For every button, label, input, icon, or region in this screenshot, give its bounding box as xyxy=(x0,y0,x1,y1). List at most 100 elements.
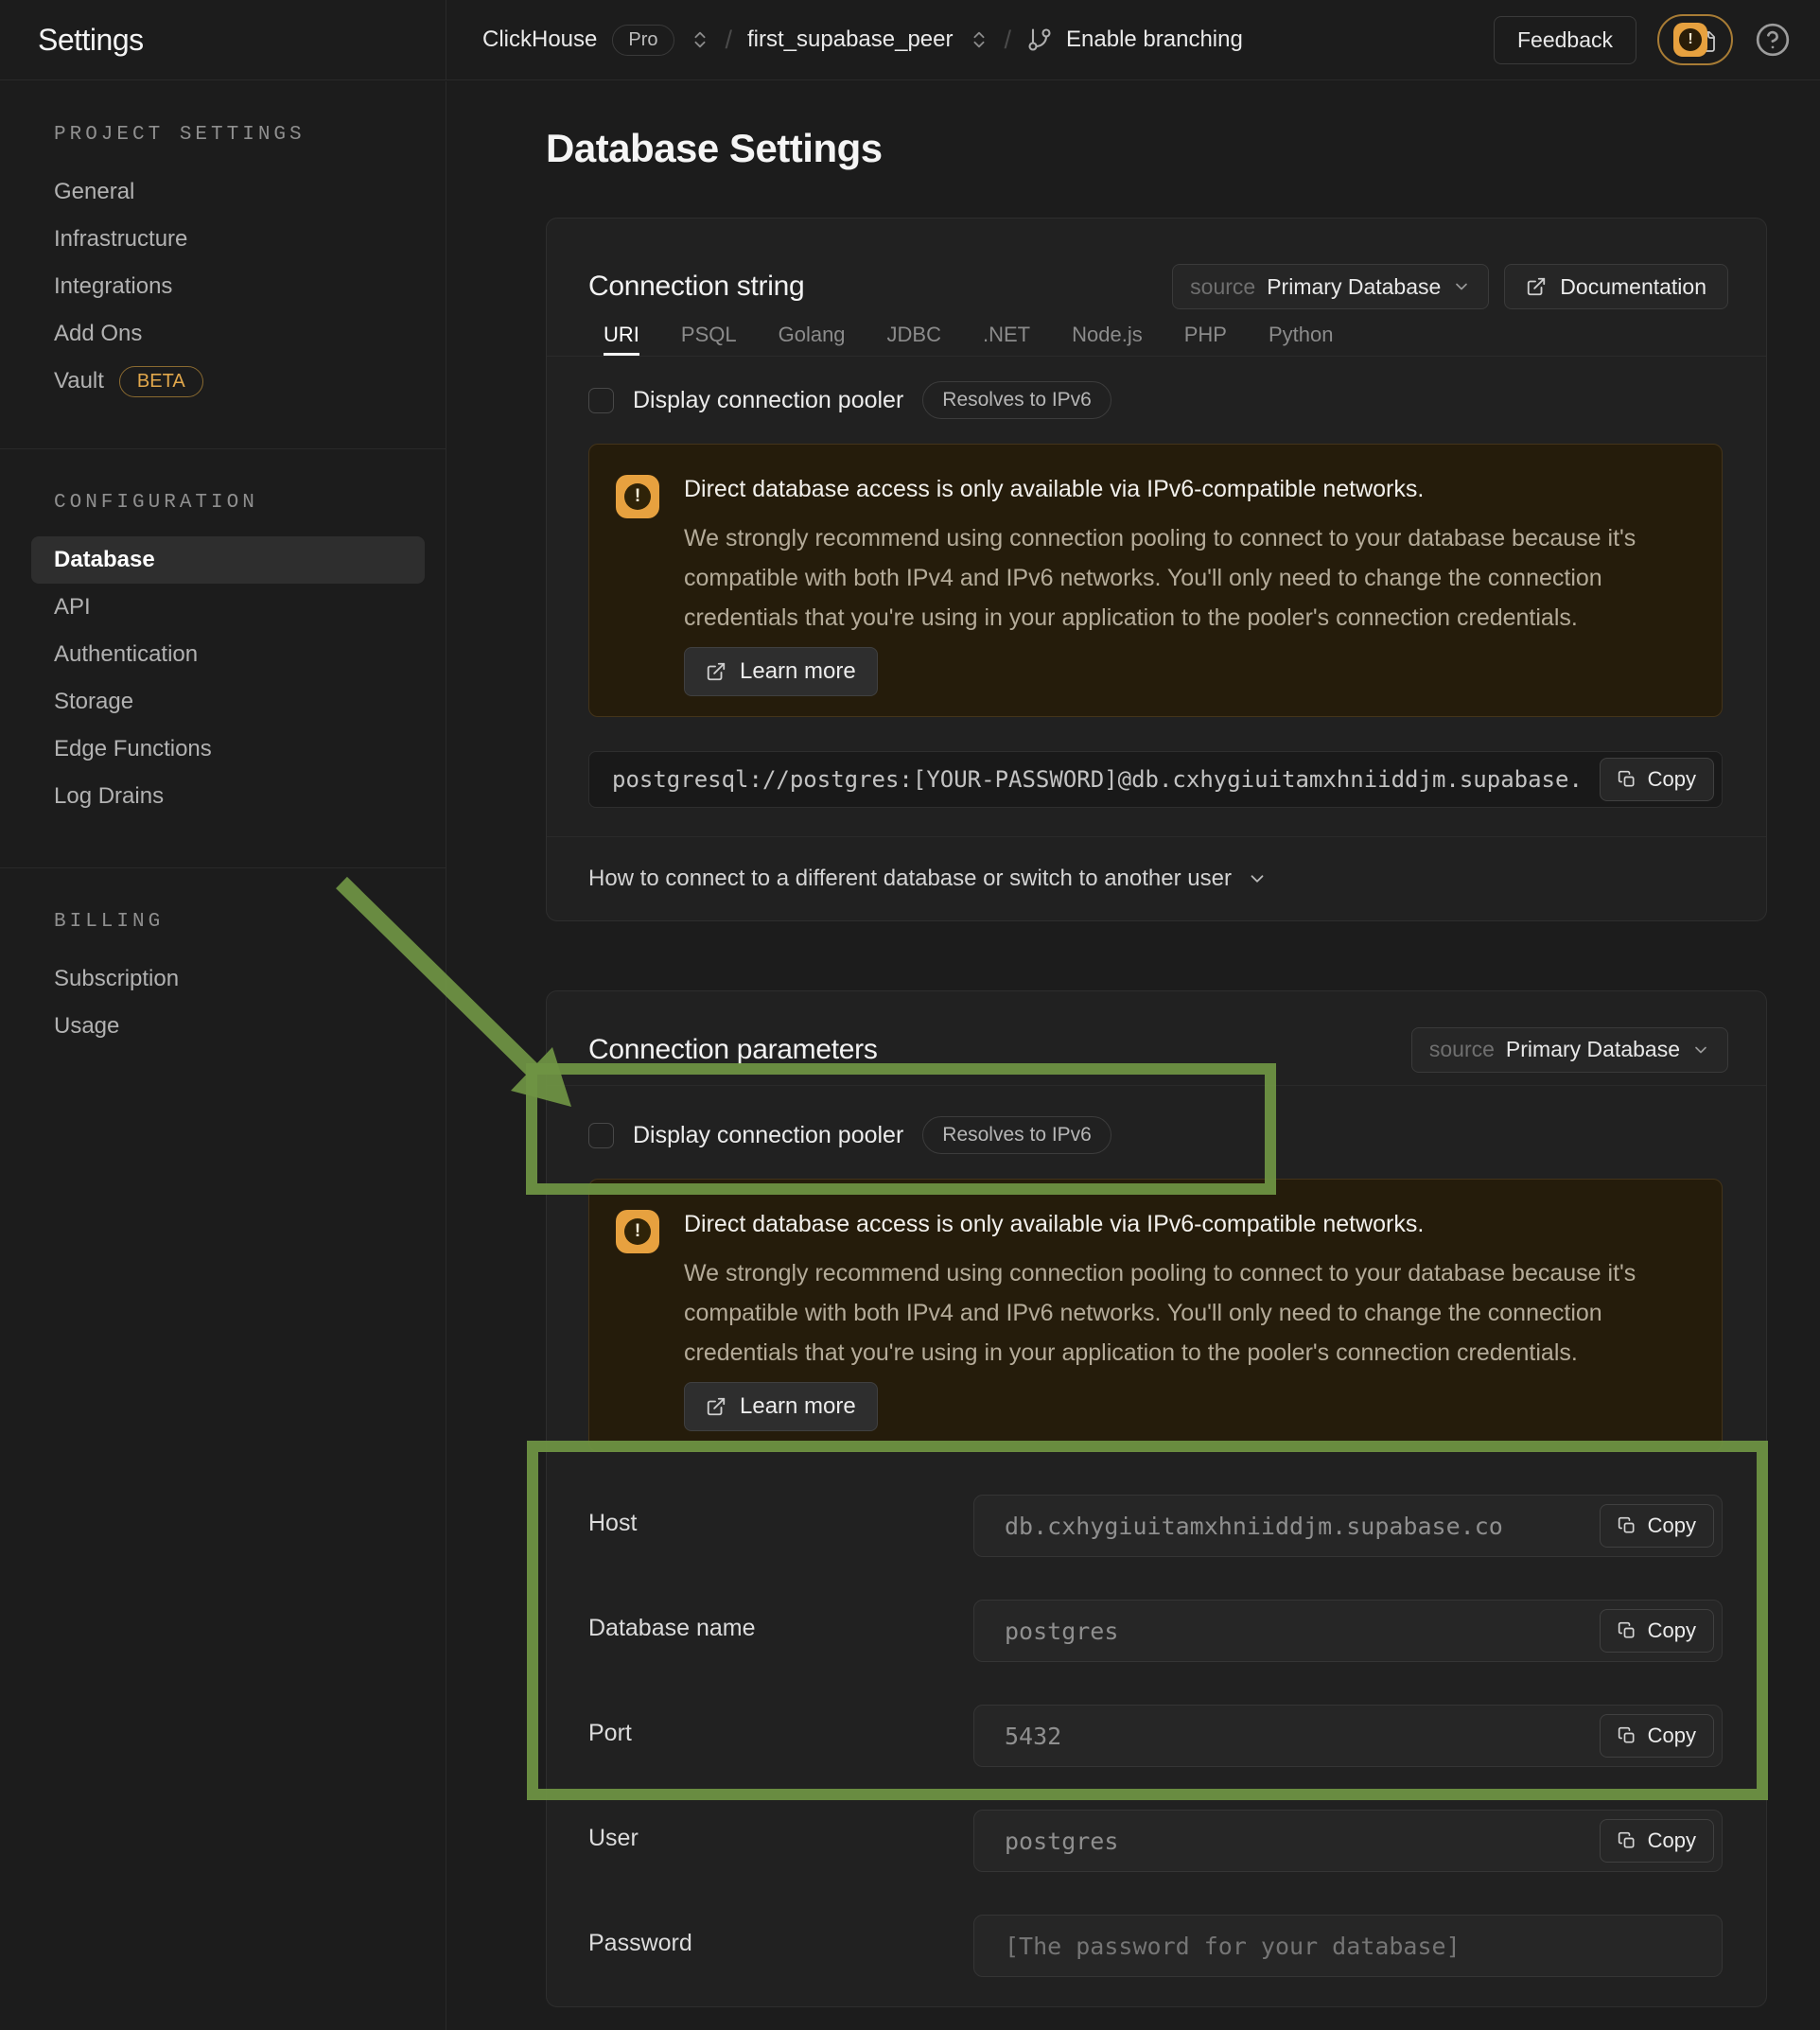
port-field-row: Port 5432 Copy xyxy=(588,1705,1723,1767)
sidebar-item-subscription[interactable]: Subscription xyxy=(31,955,425,1003)
user-input[interactable]: postgres Copy xyxy=(973,1810,1723,1872)
password-placeholder: [The password for your database] xyxy=(1005,1933,1461,1960)
sidebar-item-vault[interactable]: Vault BETA xyxy=(31,358,425,405)
learn-more-button[interactable]: Learn more xyxy=(684,1382,878,1431)
sidebar-item-authentication[interactable]: Authentication xyxy=(31,631,425,678)
section-header-project-settings: PROJECT SETTINGS xyxy=(54,123,425,148)
user-value: postgres xyxy=(1005,1828,1118,1855)
copy-database-name-button[interactable]: Copy xyxy=(1600,1609,1714,1653)
warning-title: Direct database access is only available… xyxy=(684,1210,1684,1238)
breadcrumb-separator: / xyxy=(726,26,733,55)
breadcrumb-separator: / xyxy=(1005,26,1012,55)
sidebar-item-database[interactable]: Database xyxy=(31,536,425,584)
connection-uri-field[interactable]: postgresql://postgres:[YOUR-PASSWORD]@db… xyxy=(588,751,1723,808)
section-header-billing: BILLING xyxy=(54,910,425,935)
connection-parameters-header: Connection parameters source Primary Dat… xyxy=(547,991,1766,1086)
warning-body: We strongly recommend using connection p… xyxy=(684,1253,1684,1373)
page-title: Database Settings xyxy=(546,125,1820,172)
git-branch-icon xyxy=(1026,26,1053,53)
tab-jdbc[interactable]: JDBC xyxy=(887,323,941,356)
sidebar-item-api[interactable]: API xyxy=(31,584,425,631)
external-link-icon xyxy=(706,1396,726,1417)
display-connection-pooler-checkbox[interactable] xyxy=(588,388,614,413)
plan-badge: Pro xyxy=(612,25,674,56)
copy-uri-button[interactable]: Copy xyxy=(1600,758,1714,801)
notifications-button[interactable]: ! xyxy=(1657,14,1733,65)
database-name-field-row: Database name postgres Copy xyxy=(588,1600,1723,1662)
chevron-down-icon xyxy=(1247,868,1268,889)
tab-uri[interactable]: URI xyxy=(604,323,639,356)
sidebar-section-billing: BILLING Subscription Usage xyxy=(0,867,446,1094)
sidebar-section-project-settings: PROJECT SETTINGS General Infrastructure … xyxy=(0,81,446,448)
database-settings-page: Settings ClickHouse Pro / first_supabase… xyxy=(0,0,1820,2030)
connection-uri-value: postgresql://postgres:[YOUR-PASSWORD]@db… xyxy=(612,766,1580,793)
connection-string-title: Connection string xyxy=(588,271,804,303)
breadcrumb: ClickHouse Pro / first_supabase_peer / E… xyxy=(482,25,1243,56)
password-input[interactable]: [The password for your database] xyxy=(973,1915,1723,1977)
learn-more-button[interactable]: Learn more xyxy=(684,647,878,696)
copy-port-button[interactable]: Copy xyxy=(1600,1714,1714,1758)
external-link-icon xyxy=(1526,276,1547,297)
connection-parameters-title: Connection parameters xyxy=(588,1034,878,1066)
resolves-to-ipv6-badge: Resolves to IPv6 xyxy=(922,381,1111,419)
copy-host-button[interactable]: Copy xyxy=(1600,1504,1714,1548)
display-connection-pooler-label: Display connection pooler xyxy=(633,387,903,414)
host-label: Host xyxy=(588,1495,973,1557)
tab-psql[interactable]: PSQL xyxy=(681,323,737,356)
breadcrumb-bar: ClickHouse Pro / first_supabase_peer / E… xyxy=(446,0,1820,79)
chevrons-up-down-icon[interactable] xyxy=(969,29,989,50)
top-bar: Settings ClickHouse Pro / first_supabase… xyxy=(0,0,1820,80)
sidebar-item-infrastructure[interactable]: Infrastructure xyxy=(31,216,425,263)
copy-icon xyxy=(1618,1516,1636,1535)
settings-title-area: Settings xyxy=(0,0,446,79)
connection-string-tabs: URI PSQL Golang JDBC .NET Node.js PHP Py… xyxy=(547,323,1766,357)
sidebar-item-log-drains[interactable]: Log Drains xyxy=(31,773,425,820)
host-value: db.cxhygiuitamxhniiddjm.supabase.co xyxy=(1005,1513,1503,1540)
database-name-input[interactable]: postgres Copy xyxy=(973,1600,1723,1662)
port-input[interactable]: 5432 Copy xyxy=(973,1705,1723,1767)
ipv6-warning-callout: ! Direct database access is only availab… xyxy=(588,1179,1723,1452)
sidebar-item-edge-functions[interactable]: Edge Functions xyxy=(31,726,425,773)
database-name-label: Database name xyxy=(588,1600,973,1662)
copy-user-button[interactable]: Copy xyxy=(1600,1819,1714,1863)
connection-parameters-card: Connection parameters source Primary Dat… xyxy=(546,990,1767,2007)
tab-golang[interactable]: Golang xyxy=(779,323,846,356)
sidebar-item-integrations[interactable]: Integrations xyxy=(31,263,425,310)
source-select[interactable]: source Primary Database xyxy=(1411,1027,1728,1073)
feedback-button[interactable]: Feedback xyxy=(1494,16,1636,64)
org-name[interactable]: ClickHouse xyxy=(482,26,597,53)
display-connection-pooler-checkbox[interactable] xyxy=(588,1123,614,1148)
display-connection-pooler-row: Display connection pooler Resolves to IP… xyxy=(588,1120,1723,1150)
connect-help-expander[interactable]: How to connect to a different database o… xyxy=(547,836,1766,920)
copy-icon xyxy=(1618,1831,1636,1850)
tab-php[interactable]: PHP xyxy=(1184,323,1227,356)
sidebar-item-usage[interactable]: Usage xyxy=(31,1003,425,1050)
enable-branching-button[interactable]: Enable branching xyxy=(1066,26,1243,53)
copy-icon xyxy=(1618,1726,1636,1745)
warning-body: We strongly recommend using connection p… xyxy=(684,518,1684,638)
sidebar-section-configuration: CONFIGURATION Database API Authenticatio… xyxy=(0,448,446,867)
warning-title: Direct database access is only available… xyxy=(684,475,1684,503)
tab-nodejs[interactable]: Node.js xyxy=(1072,323,1143,356)
display-connection-pooler-label: Display connection pooler xyxy=(633,1122,903,1149)
warning-icon: ! xyxy=(616,475,659,518)
port-value: 5432 xyxy=(1005,1723,1061,1750)
user-field-row: User postgres Copy xyxy=(588,1810,1723,1872)
help-circle-icon xyxy=(1755,22,1791,58)
chevrons-up-down-icon[interactable] xyxy=(690,29,710,50)
ipv6-warning-callout: ! Direct database access is only availab… xyxy=(588,444,1723,717)
tab-dotnet[interactable]: .NET xyxy=(983,323,1030,356)
sidebar-item-storage[interactable]: Storage xyxy=(31,678,425,726)
sidebar-item-add-ons[interactable]: Add Ons xyxy=(31,310,425,358)
connection-string-card: Connection string source Primary Databas… xyxy=(546,218,1767,921)
host-input[interactable]: db.cxhygiuitamxhniiddjm.supabase.co Copy xyxy=(973,1495,1723,1557)
documentation-button[interactable]: Documentation xyxy=(1504,264,1728,309)
source-select[interactable]: source Primary Database xyxy=(1172,264,1489,309)
connection-string-header: Connection string source Primary Databas… xyxy=(547,219,1766,323)
resolves-to-ipv6-badge: Resolves to IPv6 xyxy=(922,1116,1111,1154)
project-name[interactable]: first_supabase_peer xyxy=(747,26,953,53)
help-button[interactable] xyxy=(1754,21,1792,59)
tab-python[interactable]: Python xyxy=(1269,323,1334,356)
sidebar-item-general[interactable]: General xyxy=(31,168,425,216)
alert-icon: ! xyxy=(1673,23,1707,57)
